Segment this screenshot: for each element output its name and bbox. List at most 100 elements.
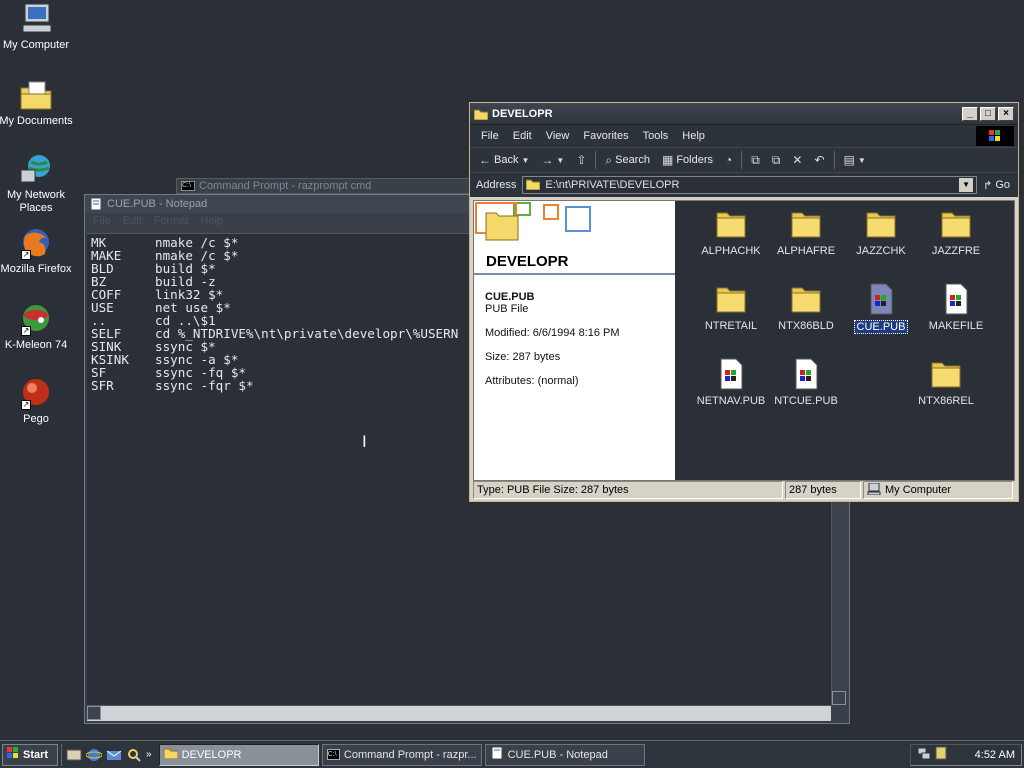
desktop-icon-firefox[interactable]: ↗ Mozilla Firefox: [0, 226, 74, 276]
explorer-toolbar: ← Back ▼ → ▼ ⇧ ⌕ Search ▦ Folders ◔ ⧉ ⧉ ✕ ↶ ▤…: [470, 147, 1018, 173]
internet-explorer-icon[interactable]: [85, 747, 103, 763]
copy-to-button[interactable]: ⧉: [769, 152, 784, 169]
file-item[interactable]: NETNAV.PUB: [694, 357, 768, 407]
info-file-name: CUE.PUB: [485, 291, 535, 303]
desktop-icon-label: Pego: [23, 413, 49, 425]
show-desktop-icon[interactable]: [66, 747, 82, 763]
clock[interactable]: 4:52 AM: [975, 749, 1015, 761]
back-arrow-icon: ←: [479, 153, 491, 167]
file-item[interactable]: CUE.PUB: [844, 282, 918, 334]
item-label: NETNAV.PUB: [696, 395, 766, 407]
delete-button[interactable]: ✕: [789, 152, 805, 168]
folders-icon: ▦: [661, 153, 674, 167]
search-button[interactable]: ⌕ Search: [602, 152, 653, 169]
dropdown-icon: ▼: [857, 155, 866, 165]
address-input[interactable]: E:\nt\PRIVATE\DEVELOPR ▼: [522, 176, 978, 194]
folder-item[interactable]: NTX86REL: [909, 357, 983, 407]
explorer-window[interactable]: DEVELOPR _ □ × File Edit View Favorites …: [469, 102, 1019, 502]
file-icon: [789, 357, 823, 391]
search-icon[interactable]: [126, 747, 142, 763]
delete-icon: ✕: [792, 153, 803, 167]
shortcut-arrow-icon: ↗: [21, 250, 31, 260]
desktop-icon-my-documents[interactable]: My Documents: [0, 78, 74, 128]
views-button[interactable]: ▤ ▼: [841, 152, 869, 168]
cmd-titlebar[interactable]: C:\ Command Prompt - razprompt cmd: [177, 179, 475, 193]
item-label: MAKEFILE: [928, 320, 984, 332]
up-folder-button[interactable]: ⇧: [573, 152, 589, 168]
volume-tray-icon[interactable]: [935, 746, 947, 763]
file-item[interactable]: NTCUE.PUB: [769, 357, 843, 407]
close-button[interactable]: ×: [998, 106, 1014, 121]
folder-item[interactable]: ALPHAFRE: [769, 207, 843, 257]
folder-item[interactable]: NTX86BLD: [769, 282, 843, 332]
back-button[interactable]: ← Back ▼: [476, 152, 532, 168]
folder-item[interactable]: NTRETAIL: [694, 282, 768, 332]
menu-help[interactable]: Help: [675, 130, 712, 142]
file-item[interactable]: MAKEFILE: [919, 282, 993, 332]
go-arrow-icon: ↱: [983, 179, 993, 192]
start-button[interactable]: Start: [2, 743, 58, 766]
windows-logo-icon: [976, 126, 1014, 146]
maximize-button[interactable]: □: [980, 106, 996, 121]
task-button-notepad[interactable]: CUE.PUB - Notepad: [484, 743, 645, 766]
menu-edit[interactable]: Edit: [123, 215, 142, 229]
menu-tools[interactable]: Tools: [636, 130, 676, 142]
item-label: NTX86BLD: [778, 320, 834, 332]
folder-icon: [525, 178, 541, 193]
text-cursor-icon: I: [362, 432, 367, 451]
chevron-right-icon[interactable]: »: [146, 749, 152, 760]
address-label: Address: [476, 179, 517, 191]
command-prompt-window[interactable]: C:\ Command Prompt - razprompt cmd: [176, 178, 476, 194]
network-tray-icon[interactable]: [917, 746, 931, 763]
toolbar-separator: [595, 151, 597, 169]
folder-item[interactable]: JAZZCHK: [844, 207, 918, 257]
task-button-explorer[interactable]: DEVELOPR: [158, 743, 319, 766]
desktop-icon-kmeleon[interactable]: ↗ K-Meleon 74: [0, 302, 74, 352]
desktop-icon-pego[interactable]: ↗ Pego: [0, 376, 74, 426]
outlook-express-icon[interactable]: [106, 747, 122, 763]
menu-favorites[interactable]: Favorites: [576, 130, 635, 142]
go-button[interactable]: ↱ Go: [983, 179, 1012, 192]
menu-file[interactable]: File: [474, 130, 506, 142]
folder-icon: [939, 207, 973, 241]
views-icon: ▤: [843, 153, 855, 167]
minimize-button[interactable]: _: [962, 106, 978, 121]
explorer-content: DEVELOPR CUE.PUB PUB File Modified: 6/6/…: [473, 200, 1015, 481]
item-label: ALPHACHK: [701, 245, 761, 257]
menu-file[interactable]: File: [93, 215, 111, 229]
desktop-icon-my-computer[interactable]: My Computer: [0, 2, 74, 52]
notepad-icon: [89, 197, 103, 211]
move-to-button[interactable]: ⧉: [748, 152, 763, 169]
info-file-type: PUB File: [485, 303, 529, 315]
info-header: DEVELOPR: [474, 201, 675, 275]
menu-help[interactable]: Help: [201, 215, 224, 229]
windows-logo-icon: [6, 746, 20, 763]
dropdown-icon: ▼: [556, 155, 565, 165]
horizontal-scrollbar[interactable]: [87, 705, 831, 721]
chevron-down-icon[interactable]: ▼: [959, 178, 974, 192]
folder-item[interactable]: JAZZFRE: [919, 207, 993, 257]
history-button[interactable]: ◔: [722, 152, 735, 168]
item-label: JAZZCHK: [856, 245, 906, 257]
desktop-icon-my-network[interactable]: My Network Places: [0, 152, 74, 215]
file-icon: [939, 282, 973, 316]
forward-button[interactable]: → ▼: [538, 152, 567, 168]
computer-icon: [19, 2, 53, 36]
status-zone: My Computer: [863, 481, 1013, 499]
menu-format[interactable]: Format: [154, 215, 189, 229]
menu-view[interactable]: View: [539, 130, 577, 142]
desktop-icon-label: Mozilla Firefox: [0, 263, 72, 275]
folders-button[interactable]: ▦ Folders: [659, 152, 716, 168]
menu-edit[interactable]: Edit: [506, 130, 539, 142]
task-button-command-prompt[interactable]: C:\ Command Prompt - razpr...: [321, 743, 482, 766]
folder-item[interactable]: ALPHACHK: [694, 207, 768, 257]
desktop-icon-label: My Computer: [2, 39, 70, 51]
shortcut-arrow-icon: ↗: [21, 400, 31, 410]
shortcut-arrow-icon: ↗: [21, 326, 31, 336]
undo-button[interactable]: ↶: [811, 152, 827, 168]
cmd-icon: C:\: [181, 181, 195, 191]
scroll-down-button[interactable]: [832, 691, 846, 705]
explorer-titlebar[interactable]: DEVELOPR _ □ ×: [470, 103, 1018, 125]
documents-icon: [19, 78, 53, 112]
scroll-left-button[interactable]: [87, 706, 101, 720]
